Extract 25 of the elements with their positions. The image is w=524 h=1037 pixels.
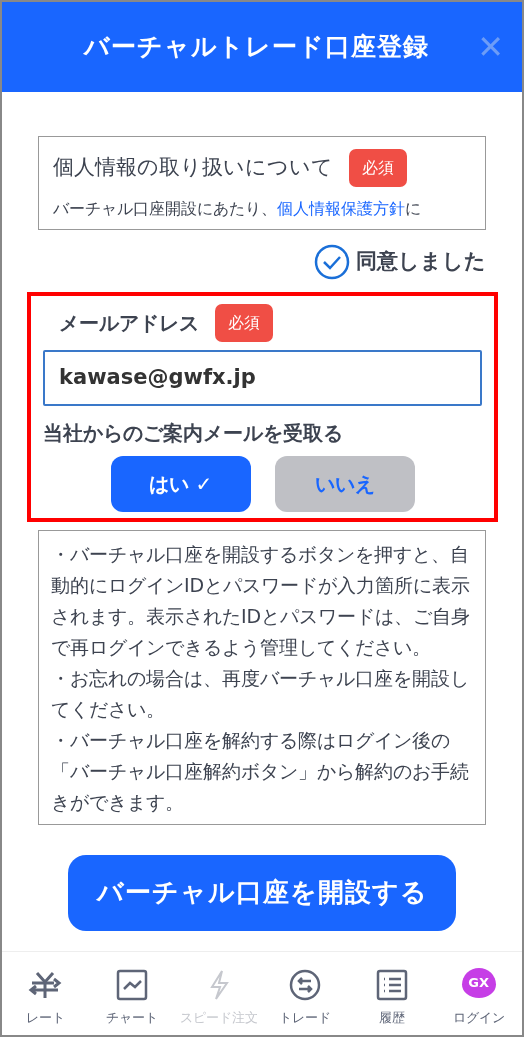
required-badge: 必須 <box>215 304 273 342</box>
nav-item[interactable]: GX ログイン <box>435 968 522 1028</box>
chart-icon <box>115 968 149 1002</box>
open-account-button[interactable]: バーチャル口座を開設する <box>68 854 456 931</box>
option-button[interactable]: はい ✓ <box>110 455 251 512</box>
note-text: ・バーチャル口座を開設するボタンを押すと、自動的にログインIDとパスワードが入力箇所に表示されます。表示されたIDとパスワードは、ご自身で再ログインできるよう管理してください。 <box>51 541 472 660</box>
note-text: ・バーチャル口座を解約する際はログイン後の「バーチャル口座解約ボタン」から解約のお手続きができます。 <box>51 727 470 815</box>
agree-label: 同意しました <box>356 248 486 276</box>
login-badge-icon: GX <box>461 968 496 998</box>
note-text: ・お忘れの場合は、再度バーチャル口座を開設してください。 <box>51 665 470 722</box>
mail-option-label: 当社からのご案内メールを受取る <box>43 419 344 447</box>
checked-circle-icon[interactable] <box>314 244 350 280</box>
nav-item[interactable]: チャート <box>89 968 175 1028</box>
nav-item[interactable]: トレード <box>262 968 349 1028</box>
policy-link[interactable]: 個人情報保護方針 <box>277 199 405 218</box>
policy-text: バーチャル口座開設にあたり、個人情報保護方針に <box>53 198 422 220</box>
section-title: 個人情報の取り扱いについて <box>53 154 333 182</box>
nav-item[interactable]: 履歴 <box>348 968 435 1028</box>
nav-item[interactable]: レート <box>2 968 89 1028</box>
required-badge: 必須 <box>349 149 407 187</box>
list-icon <box>374 968 409 1002</box>
field-label: メールアドレス <box>58 310 199 337</box>
email-field[interactable]: kawase@gwfx.jp <box>43 350 482 406</box>
exchange-icon <box>288 968 323 1002</box>
page-title: バーチャルトレード口座登録 <box>84 32 429 62</box>
